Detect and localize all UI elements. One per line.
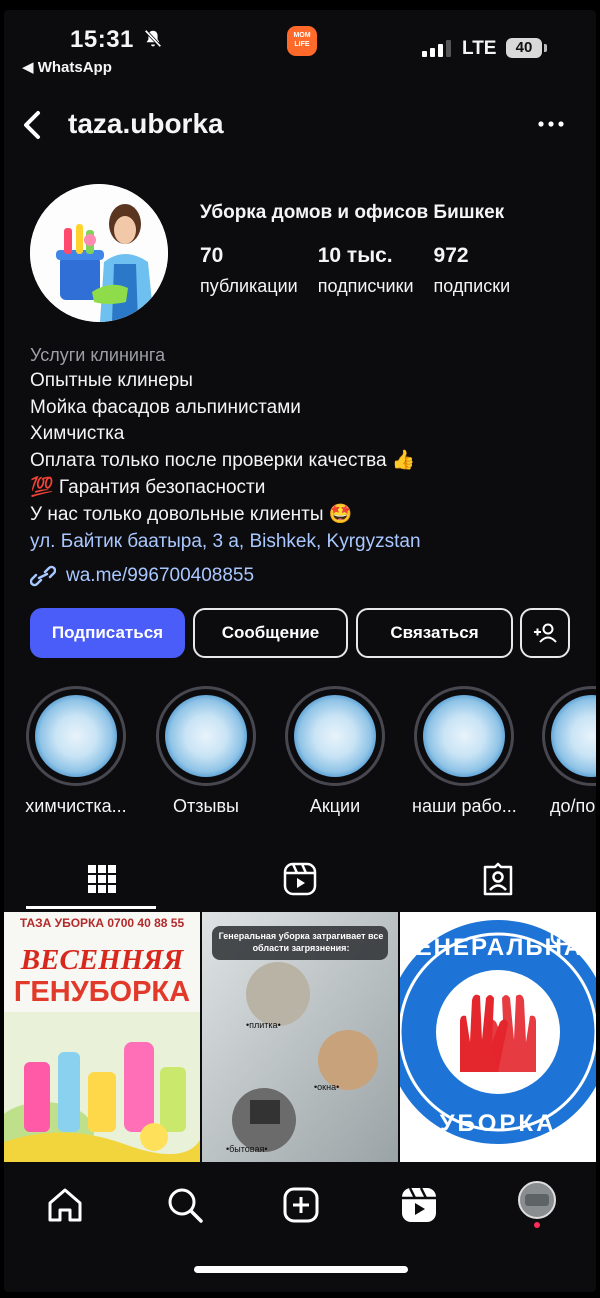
active-tab-indicator: [26, 906, 156, 909]
bio-address-link[interactable]: ул. Байтик баатыра, 3 а, Bishkek, Kyrgyz…: [30, 528, 590, 556]
post-thumbnail[interactable]: ГЕНЕРАЛЬНАЯ УБОРКА: [400, 912, 596, 1162]
more-options-icon[interactable]: [536, 112, 566, 136]
tagged-person-icon: [483, 862, 513, 896]
contact-button[interactable]: Связаться: [356, 608, 513, 658]
nav-reels[interactable]: [394, 1180, 444, 1230]
nav-profile[interactable]: [512, 1180, 562, 1230]
message-button[interactable]: Сообщение: [193, 608, 348, 658]
reels-icon: [283, 862, 317, 896]
create-post-icon: [283, 1187, 319, 1223]
bio-line: Оплата только после проверки качества 👍: [30, 450, 416, 472]
posts-grid: ТАЗА УБОРКА 0700 40 88 55 ВЕСЕННЯЯ ГЕНУБ…: [4, 912, 596, 1162]
profile-tabs: [4, 848, 596, 910]
back-arrow-icon[interactable]: [16, 108, 50, 142]
nav-search[interactable]: [160, 1180, 210, 1230]
profile-username: taza.uborka: [68, 108, 224, 139]
highlight-label: наши рабо...: [412, 796, 517, 816]
highlight-ring: [285, 686, 385, 786]
home-icon: [48, 1188, 82, 1222]
profile-stats: 70 публикации 10 тыс. подписчики 972 под…: [200, 244, 530, 297]
bio-line: Мойка фасадов альпинистами: [30, 396, 301, 418]
stat-posts[interactable]: 70 публикации: [200, 244, 298, 297]
highlight-label: Отзывы: [173, 796, 239, 816]
highlight-ring: [542, 686, 596, 786]
stat-value: 972: [433, 244, 469, 267]
bio-line: 💯 Гарантия безопасности: [30, 476, 266, 498]
app-frame: 15:31 ◀ WhatsApp MOM LIFE LTE 40 taza.ub…: [4, 10, 596, 1292]
post-arc-text: ГЕНЕРАЛЬНАЯ: [400, 934, 596, 961]
app-badge-icon: MOM LIFE: [287, 26, 317, 56]
post-tag: •плитка•: [246, 1020, 281, 1030]
highlight-label: Акции: [309, 796, 361, 816]
network-type: LTE: [462, 38, 497, 59]
bio-link-text: wa.me/996700408855: [66, 565, 255, 587]
stat-label: публикации: [200, 276, 298, 296]
highlight-cover: [551, 695, 596, 777]
stat-following[interactable]: 972 подписки: [434, 244, 511, 297]
story-highlight[interactable]: химчистка...: [24, 686, 128, 817]
status-time: 15:31: [70, 26, 134, 53]
highlight-cover: [35, 695, 117, 777]
cleaning-lady-avatar-icon: [30, 184, 168, 322]
stat-label: подписчики: [317, 276, 414, 296]
battery-icon: 40: [506, 38, 542, 58]
link-chain-icon: [30, 566, 56, 587]
stat-label: подписки: [433, 276, 511, 296]
tab-reels[interactable]: [202, 848, 398, 910]
stat-value: 10 тыс.: [317, 244, 393, 267]
story-highlight[interactable]: Отзывы: [154, 686, 258, 817]
post-tag: •бытовая•: [226, 1144, 268, 1154]
status-bar: 15:31 ◀ WhatsApp MOM LIFE LTE 40: [4, 10, 596, 90]
bio-line: Опытные клинеры: [30, 370, 193, 391]
highlight-ring: [26, 686, 126, 786]
profile-avatar-icon: [518, 1181, 556, 1228]
bio-line: Химчистка: [30, 423, 125, 445]
nav-create[interactable]: [276, 1180, 326, 1230]
highlight-cover: [294, 695, 376, 777]
profile-bio: Услуги клининга Опытные клинеры Мойка фа…: [30, 342, 590, 590]
bottom-navigation: [4, 1170, 596, 1240]
story-highlight[interactable]: Акции: [283, 686, 387, 817]
highlight-ring: [156, 686, 256, 786]
nav-home[interactable]: [40, 1180, 90, 1230]
post-tag: •окна•: [314, 1082, 340, 1092]
reels-icon: [402, 1187, 436, 1222]
grid-icon: [88, 865, 116, 893]
bio-line: У нас только довольные клиенты 🤩: [30, 503, 353, 525]
back-to-app-link[interactable]: ◀ WhatsApp: [22, 58, 112, 76]
highlight-cover: [423, 695, 505, 777]
post-title-line: ВЕСЕННЯЯ: [20, 944, 184, 976]
highlight-label: химчистка...: [25, 796, 127, 816]
bell-muted-icon: [144, 29, 162, 48]
profile-header: taza.uborka: [4, 102, 596, 152]
suggest-people-button[interactable]: [520, 608, 570, 658]
stat-followers[interactable]: 10 тыс. подписчики: [318, 244, 414, 297]
home-indicator[interactable]: [194, 1266, 408, 1273]
cleaning-supplies-image: [4, 1012, 200, 1162]
post-thumbnail[interactable]: ТАЗА УБОРКА 0700 40 88 55 ВЕСЕННЯЯ ГЕНУБ…: [4, 912, 200, 1162]
tab-tagged[interactable]: [400, 848, 596, 910]
bio-category: Услуги клининга: [30, 345, 166, 365]
profile-display-name: Уборка домов и офисов Бишкек: [200, 202, 505, 223]
post-title-line: ГЕНУБОРКА: [13, 976, 191, 1008]
battery-tip: [544, 44, 547, 52]
post-header-text: ТАЗА УБОРКА 0700 40 88 55: [19, 916, 185, 930]
story-highlight[interactable]: наши рабо...: [412, 686, 517, 817]
cell-signal-icon: [422, 40, 451, 57]
post-arc-text: УБОРКА: [439, 1110, 557, 1137]
post-header-text: Генеральная уборка затрагивает все облас…: [218, 931, 384, 953]
profile-avatar[interactable]: [30, 184, 168, 322]
add-person-icon: [534, 623, 557, 643]
story-highlight[interactable]: до/по: [542, 686, 596, 817]
highlight-cover: [165, 695, 247, 777]
stat-value: 70: [200, 244, 224, 267]
tab-posts-grid[interactable]: [4, 848, 200, 910]
highlight-label: до/по: [550, 796, 596, 816]
highlight-ring: [414, 686, 514, 786]
search-icon: [168, 1188, 203, 1223]
bio-website-link[interactable]: wa.me/996700408855: [30, 562, 590, 590]
follow-button[interactable]: Подписаться: [30, 608, 185, 658]
post-thumbnail[interactable]: Генеральная уборка затрагивает все облас…: [202, 912, 398, 1162]
